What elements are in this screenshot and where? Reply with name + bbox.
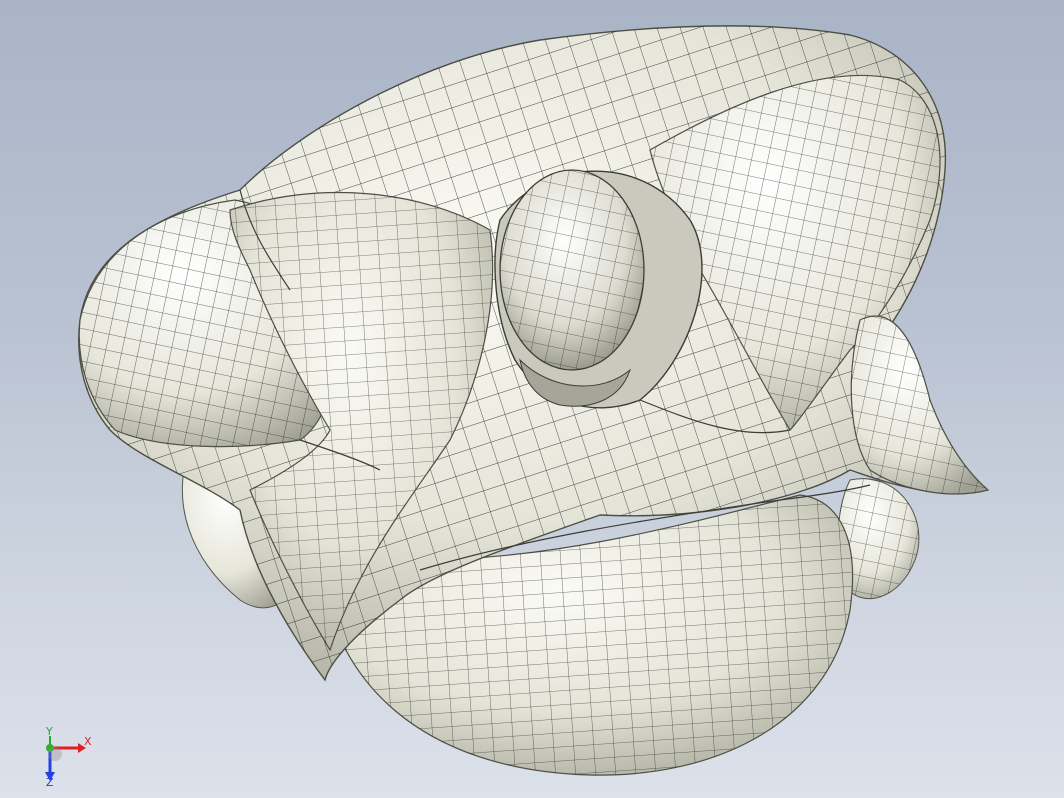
triad-z-label: Z — [46, 776, 54, 786]
triad-y-label: Y — [45, 726, 53, 738]
triad-x-label: X — [84, 735, 92, 748]
triad-shadow — [48, 747, 62, 761]
coordinate-triad: Y X Z — [45, 726, 92, 786]
graphics-viewport[interactable]: Y X Z — [0, 0, 1064, 798]
right-horn — [850, 315, 990, 495]
3d-model-render[interactable] — [0, 0, 1064, 798]
